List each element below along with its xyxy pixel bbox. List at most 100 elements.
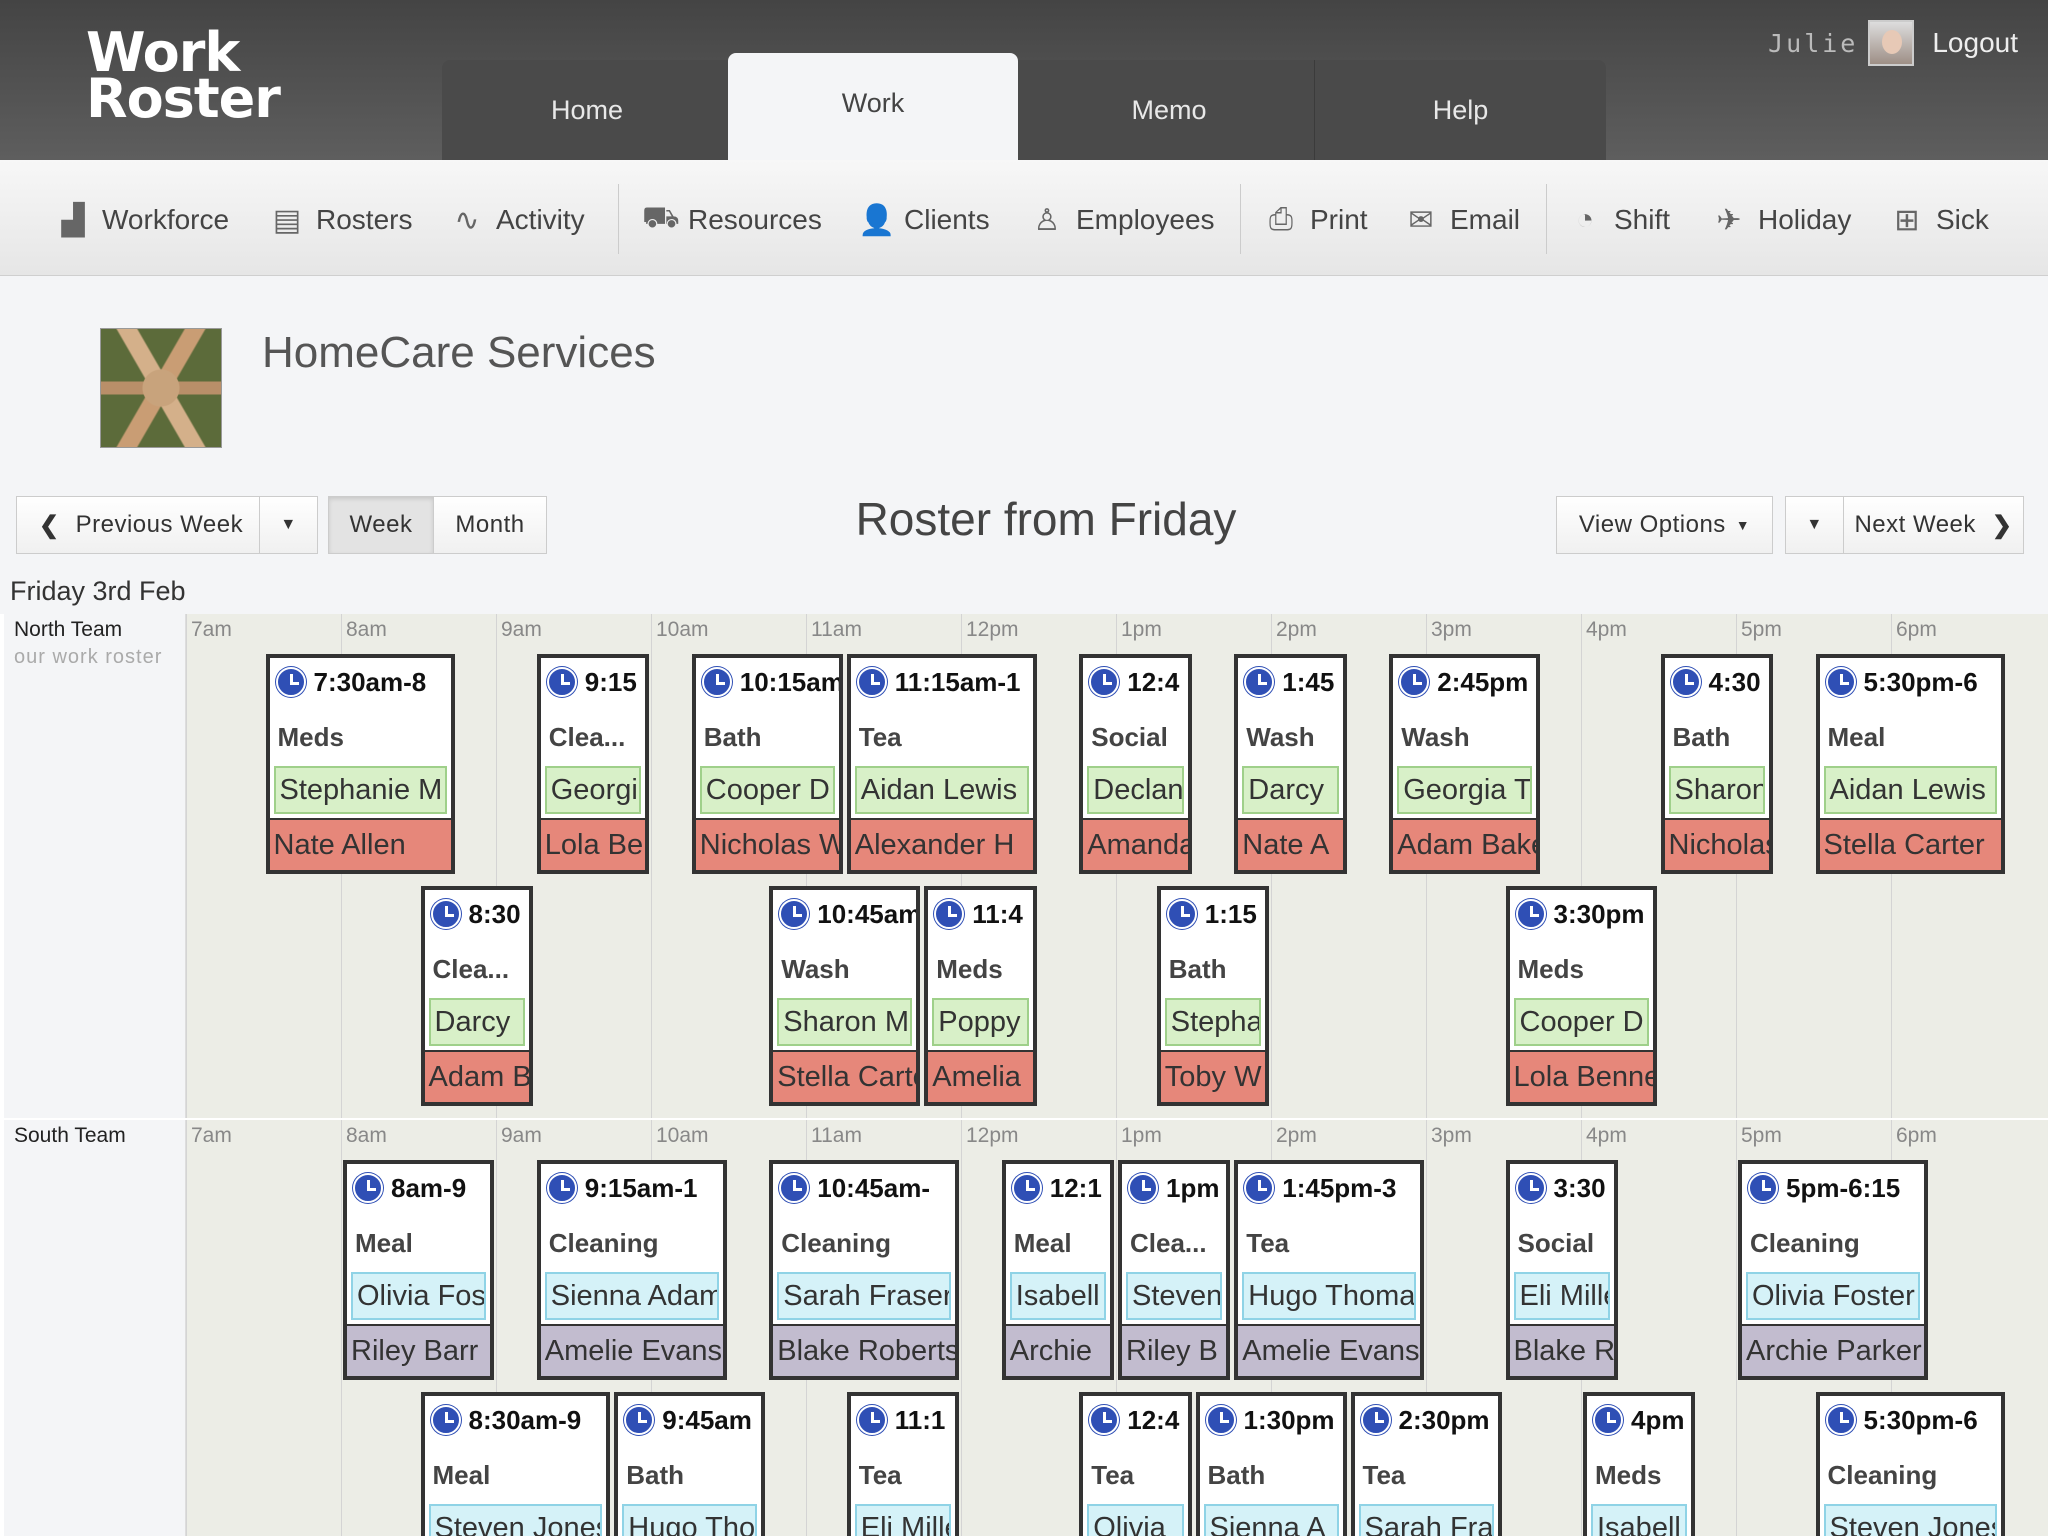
shift-client[interactable]: Sarah Fraser — [777, 1272, 951, 1320]
tab-help[interactable]: Help — [1315, 60, 1606, 160]
shift-client[interactable]: Eli Miller — [854, 1504, 951, 1536]
shift-client[interactable]: Steven Jones — [428, 1504, 603, 1536]
shift-client[interactable]: Georgia T — [1397, 766, 1533, 814]
logout-link[interactable]: Logout — [1932, 27, 2018, 59]
avatar[interactable] — [1868, 20, 1915, 66]
shift-block[interactable]: 12:4 Tea Olivia — [1079, 1392, 1192, 1536]
tab-work[interactable]: Work — [728, 53, 1018, 160]
shift-client[interactable]: Steven — [1126, 1272, 1223, 1320]
employees-button[interactable]: ♙ Employees — [1030, 200, 1215, 240]
shift-employee[interactable]: Riley B — [1122, 1324, 1227, 1376]
tab-memo[interactable]: Memo — [1024, 60, 1315, 160]
shift-client[interactable]: Darcy — [428, 998, 525, 1046]
shift-block[interactable]: 5pm-6:15 Cleaning Olivia Foster Archie Park… — [1738, 1160, 1928, 1380]
shift-block[interactable]: 9:45am Bath Hugo Thomas — [614, 1392, 766, 1536]
shift-employee[interactable]: Blake Roberts — [773, 1324, 955, 1376]
shift-block[interactable]: 1pm Clea... Steven Riley B — [1118, 1160, 1231, 1380]
shift-block[interactable]: 1:45 Wash Darcy Nate A — [1234, 654, 1347, 874]
email-button[interactable]: ✉ Email — [1404, 200, 1520, 240]
shift-employee[interactable]: Blake R — [1509, 1324, 1614, 1376]
shift-employee[interactable]: Amelie Evans — [540, 1324, 723, 1376]
shift-client[interactable]: Cooper D — [699, 766, 835, 814]
shift-block[interactable]: 11:1 Tea Eli Miller — [846, 1392, 959, 1536]
shift-client[interactable]: Olivia Foster — [351, 1272, 486, 1320]
rosters-button[interactable]: ▤ Rosters — [270, 200, 413, 240]
shift-client[interactable]: Aidan Lewis — [1823, 766, 1998, 814]
shift-employee[interactable]: Riley Barr — [347, 1324, 490, 1376]
shift-block[interactable]: 4:30 Bath Sharon Nicholas — [1660, 654, 1773, 874]
shift-block[interactable]: 3:30pm Meds Cooper DLola Bennett — [1505, 886, 1657, 1106]
shift-employee[interactable]: Nate Allen — [269, 818, 452, 870]
shift-client[interactable]: Stephanie M — [273, 766, 448, 814]
shift-block[interactable]: 10:45am Wash Sharon MStella Carter — [769, 886, 921, 1106]
shift-block[interactable]: 1:45pm-3 Tea Hugo Thomas Amelie Evans — [1234, 1160, 1424, 1380]
shift-block[interactable]: 9:15 Clea... GeorgiaLola Bennett — [536, 654, 649, 874]
shift-client[interactable]: Sienna A — [1203, 1504, 1339, 1536]
shift-employee[interactable]: Stella Carter — [1819, 818, 2002, 870]
shift-block[interactable]: 12:1 Meal Isabell Archie — [1001, 1160, 1114, 1380]
shift-block[interactable]: 8:30 Clea... Darcy Adam B — [420, 886, 533, 1106]
shift-block[interactable]: 11:15am-1 Tea Aidan Lewis Alexander H — [846, 654, 1037, 874]
shift-client[interactable]: Sharon M — [777, 998, 913, 1046]
shift-client[interactable]: Aidan Lewis — [854, 766, 1029, 814]
shift-block[interactable]: 2:30pm Tea Sarah Fraser — [1350, 1392, 1502, 1536]
shift-client[interactable]: Hugo Thomas — [622, 1504, 758, 1536]
shift-client[interactable]: Sienna Adams — [544, 1272, 719, 1320]
shift-block[interactable]: 1:15 Bath StephanieToby W — [1156, 886, 1269, 1106]
previous-week-button[interactable]: ❮ Previous Week — [16, 496, 260, 554]
shift-client[interactable]: Poppy — [932, 998, 1029, 1046]
shift-employee[interactable]: Adam B — [424, 1050, 529, 1102]
shift-block[interactable]: 7:30am-8 Meds Stephanie M Nate Allen — [265, 654, 456, 874]
shift-client[interactable]: Darcy — [1242, 766, 1339, 814]
shift-employee[interactable]: Toby W — [1160, 1050, 1265, 1102]
tab-home[interactable]: Home — [442, 60, 733, 160]
sick-button[interactable]: ⊞ Sick — [1890, 200, 1988, 240]
activity-button[interactable]: ∿ Activity — [450, 200, 584, 240]
shift-employee[interactable]: Lola Bennett — [1509, 1050, 1653, 1102]
shift-block[interactable]: 1:30pm Bath Sienna A — [1195, 1392, 1347, 1536]
clients-button[interactable]: 👤 Clients — [858, 200, 990, 240]
shift-employee[interactable]: Adam Baker — [1393, 818, 1537, 870]
shift-block[interactable]: 9:15am-1 Cleaning Sienna AdamsAmelie Evans — [536, 1160, 727, 1380]
shift-employee[interactable]: Nicholas W — [695, 818, 839, 870]
next-week-button[interactable]: Next Week ❯ — [1843, 496, 2024, 554]
shift-employee[interactable]: Alexander H — [850, 818, 1033, 870]
shift-client[interactable]: Steven Jones — [1823, 1504, 1998, 1536]
shift-client[interactable]: Georgia — [544, 766, 641, 814]
shift-employee[interactable]: Nicholas — [1664, 818, 1769, 870]
shift-block[interactable]: 5:30pm-6 Cleaning Steven Jones — [1815, 1392, 2006, 1536]
shift-employee[interactable]: Lola Bennett — [540, 818, 645, 870]
shift-employee[interactable]: Amelia — [928, 1050, 1033, 1102]
shift-block[interactable]: 12:4 Social Declan Amanda — [1079, 654, 1192, 874]
shift-client[interactable]: Isabell — [1591, 1504, 1688, 1536]
shift-block[interactable]: 11:4 Meds Poppy Amelia — [924, 886, 1037, 1106]
shift-employee[interactable]: Archie — [1005, 1324, 1110, 1376]
shift-button[interactable]: ◔ Shift — [1568, 200, 1670, 240]
shift-client[interactable]: Sarah Fraser — [1358, 1504, 1494, 1536]
shift-client[interactable]: Olivia Foster — [1746, 1272, 1920, 1320]
shift-employee[interactable]: Amanda — [1083, 818, 1188, 870]
shift-block[interactable]: 5:30pm-6 Meal Aidan Lewis Stella Carter — [1815, 654, 2006, 874]
shift-block[interactable]: 8:30am-9 Meal Steven Jones — [420, 1392, 611, 1536]
shift-client[interactable]: Stephanie — [1164, 998, 1261, 1046]
shift-block[interactable]: 10:45am- Cleaning Sarah Fraser Blake Robert… — [769, 1160, 959, 1380]
resources-button[interactable]: ⛟ Resources — [642, 200, 822, 240]
shift-block[interactable]: 8am-9 Meal Olivia FosterRiley Barr — [343, 1160, 494, 1380]
month-view-button[interactable]: Month — [433, 496, 547, 554]
shift-client[interactable]: Hugo Thomas — [1242, 1272, 1416, 1320]
next-week-dropdown[interactable]: ▼ — [1785, 496, 1844, 554]
holiday-button[interactable]: ✈ Holiday — [1712, 200, 1851, 240]
shift-block[interactable]: 3:30 Social Eli MillerBlake R — [1505, 1160, 1618, 1380]
workforce-button[interactable]: ▟ Workforce — [56, 200, 229, 240]
shift-employee[interactable]: Stella Carter — [773, 1050, 917, 1102]
view-options-button[interactable]: View Options ▼ — [1556, 496, 1773, 554]
shift-employee[interactable]: Archie Parker — [1742, 1324, 1924, 1376]
shift-block[interactable]: 4pm Meds Isabell — [1583, 1392, 1696, 1536]
app-logo[interactable]: Work Roster — [86, 26, 281, 126]
shift-block[interactable]: 10:15am Bath Cooper D Nicholas W — [691, 654, 843, 874]
shift-block[interactable]: 2:45pm Wash Georgia TAdam Baker — [1389, 654, 1541, 874]
shift-client[interactable]: Sharon — [1668, 766, 1765, 814]
shift-client[interactable]: Eli Miller — [1513, 1272, 1610, 1320]
shift-employee[interactable]: Nate A — [1238, 818, 1343, 870]
week-view-button[interactable]: Week — [328, 496, 434, 554]
